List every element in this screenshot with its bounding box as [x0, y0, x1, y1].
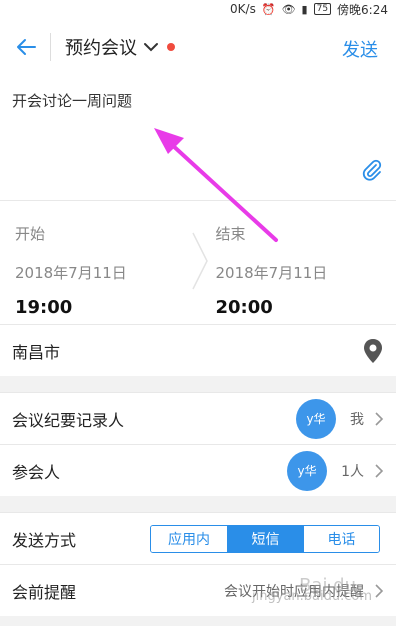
reminder-label: 会前提醒: [12, 582, 77, 602]
topic-input[interactable]: 开会讨论一周问题: [12, 90, 384, 111]
avatar: y华: [287, 450, 328, 491]
chevron-down-icon: [144, 43, 158, 52]
location-pin-icon[interactable]: [362, 338, 384, 364]
send-method-option-phone[interactable]: 电话: [303, 525, 379, 552]
battery-icon: 75: [313, 3, 332, 15]
send-method-row: 发送方式 应用内 短信 电话: [0, 512, 396, 564]
header-divider: [50, 33, 51, 61]
end-time-picker[interactable]: 结束 2018年7月11日 20:00: [196, 201, 396, 324]
notification-dot: [167, 43, 175, 51]
chevron-right-icon: [374, 583, 384, 598]
back-button[interactable]: [12, 33, 40, 61]
section-gap: [0, 376, 396, 392]
chevron-right-icon: [374, 411, 384, 426]
avatar: y华: [296, 398, 336, 439]
arrow-left-icon: [17, 39, 36, 55]
location-row[interactable]: 南昌市: [0, 324, 396, 376]
end-date: 2018年7月11日: [215, 264, 328, 282]
end-time: 20:00: [215, 297, 273, 318]
network-speed: 0K/s: [230, 2, 256, 16]
attendees-row[interactable]: 参会人 y华 1人: [0, 444, 396, 496]
send-method-option-app[interactable]: 应用内: [151, 525, 227, 552]
paperclip-icon: [362, 159, 382, 181]
send-button[interactable]: 发送: [342, 36, 378, 62]
start-label: 开始: [15, 225, 46, 243]
send-method-option-sms[interactable]: 短信: [227, 525, 303, 552]
reminder-row[interactable]: 会前提醒 会议开始时应用内提醒: [0, 564, 396, 616]
meeting-type-dropdown[interactable]: 预约会议: [65, 34, 175, 60]
topic-section: 开会讨论一周问题: [0, 76, 396, 200]
section-gap: [0, 496, 396, 512]
page-title: 预约会议: [65, 38, 137, 59]
attach-button[interactable]: [360, 158, 384, 186]
recorder-value: 我: [350, 411, 364, 428]
send-method-label: 发送方式: [12, 530, 77, 550]
start-date: 2018年7月11日: [15, 264, 127, 282]
alarm-icon: ⏰: [261, 2, 276, 16]
end-label: 结束: [215, 225, 246, 243]
send-method-segmented: 应用内 短信 电话: [150, 524, 380, 553]
eye-icon: 👁: [281, 2, 296, 16]
time-section: 开始 2018年7月11日 19:00 结束 2018年7月11日 20:00: [0, 200, 396, 324]
chevron-right-separator-icon: [192, 232, 208, 290]
start-time: 19:00: [15, 297, 73, 318]
location-text: 南昌市: [12, 342, 61, 362]
status-bar: 0K/s ⏰ 👁 ▮ 75 傍晚6:24: [0, 0, 396, 18]
chevron-right-icon: [374, 463, 384, 478]
recorder-label: 会议纪要记录人: [12, 410, 125, 430]
reminder-value: 会议开始时应用内提醒: [224, 583, 364, 600]
clock: 傍晚6:24: [337, 2, 388, 17]
attendees-count: 1人: [341, 463, 364, 480]
recorder-row[interactable]: 会议纪要记录人 y华 我: [0, 392, 396, 444]
attendees-label: 参会人: [12, 462, 61, 482]
start-time-picker[interactable]: 开始 2018年7月11日 19:00: [0, 201, 196, 324]
app-header: 预约会议 发送: [0, 18, 396, 76]
signal-icon: ▮: [301, 2, 308, 16]
